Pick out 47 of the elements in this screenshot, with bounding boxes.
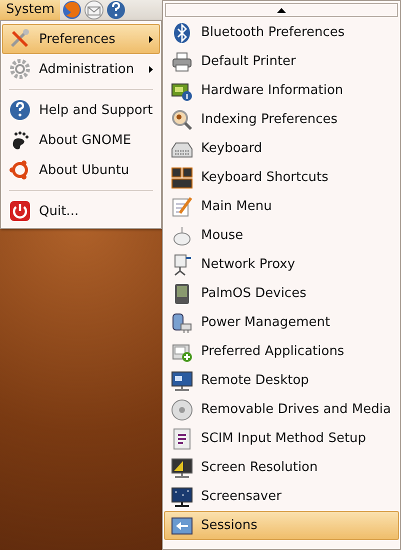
menu-item[interactable]: Network Proxy — [164, 250, 399, 279]
menu-item[interactable]: Quit... — [2, 196, 160, 226]
browser-globe-icon[interactable] — [62, 0, 82, 20]
menu-item[interactable]: Administration — [2, 54, 160, 84]
menu-item[interactable]: Bluetooth Preferences — [164, 18, 399, 47]
gear-icon — [9, 58, 31, 80]
monitor-ruler-icon — [171, 456, 193, 478]
printer-icon — [171, 50, 193, 72]
help-icon[interactable] — [106, 0, 126, 20]
bluetooth-icon — [171, 22, 193, 44]
mouse-icon — [171, 224, 193, 246]
power-icon — [9, 200, 31, 222]
magnifier-icon — [171, 108, 193, 130]
menu-item[interactable]: Main Menu — [164, 192, 399, 221]
arrow-left-icon — [171, 514, 193, 536]
battery-plug-icon — [171, 312, 193, 334]
menu-item[interactable]: Default Printer — [164, 47, 399, 76]
menu-item[interactable]: Indexing Preferences — [164, 105, 399, 134]
menu-item[interactable]: About Ubuntu — [2, 155, 160, 185]
menu-item[interactable]: Screensaver — [164, 482, 399, 511]
disc-icon — [171, 398, 193, 420]
menu-item[interactable]: SCIM Input Method Setup — [164, 424, 399, 453]
notepad-pencil-icon — [171, 196, 193, 218]
menu-item[interactable]: Sessions — [164, 511, 399, 540]
tools-icon — [9, 28, 31, 50]
menu-item[interactable]: PalmOS Devices — [164, 279, 399, 308]
menu-item[interactable]: Screen Resolution — [164, 453, 399, 482]
menu-item[interactable]: Keyboard — [164, 134, 399, 163]
system-menu[interactable]: System — [0, 0, 60, 20]
menu-item[interactable]: About GNOME — [2, 125, 160, 155]
menu-item[interactable]: Remote Desktop — [164, 366, 399, 395]
menu-item[interactable]: Power Management — [164, 308, 399, 337]
menu-item[interactable]: Hardware Information — [164, 76, 399, 105]
monitor-stars-icon — [171, 486, 193, 508]
circle-of-friends-icon — [9, 159, 31, 181]
up-triangle-icon — [277, 8, 286, 12]
help-icon — [9, 99, 31, 121]
menu-item[interactable]: Keyboard Shortcuts — [164, 163, 399, 192]
input-method-icon — [171, 428, 193, 450]
menu-item[interactable]: Preferences — [2, 24, 160, 54]
menu-item[interactable]: Preferred Applications — [164, 337, 399, 366]
keys-icon — [171, 166, 193, 188]
menu-item[interactable]: Removable Drives and Media — [164, 395, 399, 424]
menu-item[interactable]: Mouse — [164, 221, 399, 250]
monitor-icon — [171, 370, 193, 392]
menu-item[interactable]: Help and Support — [2, 95, 160, 125]
envelope-icon[interactable] — [84, 0, 104, 20]
